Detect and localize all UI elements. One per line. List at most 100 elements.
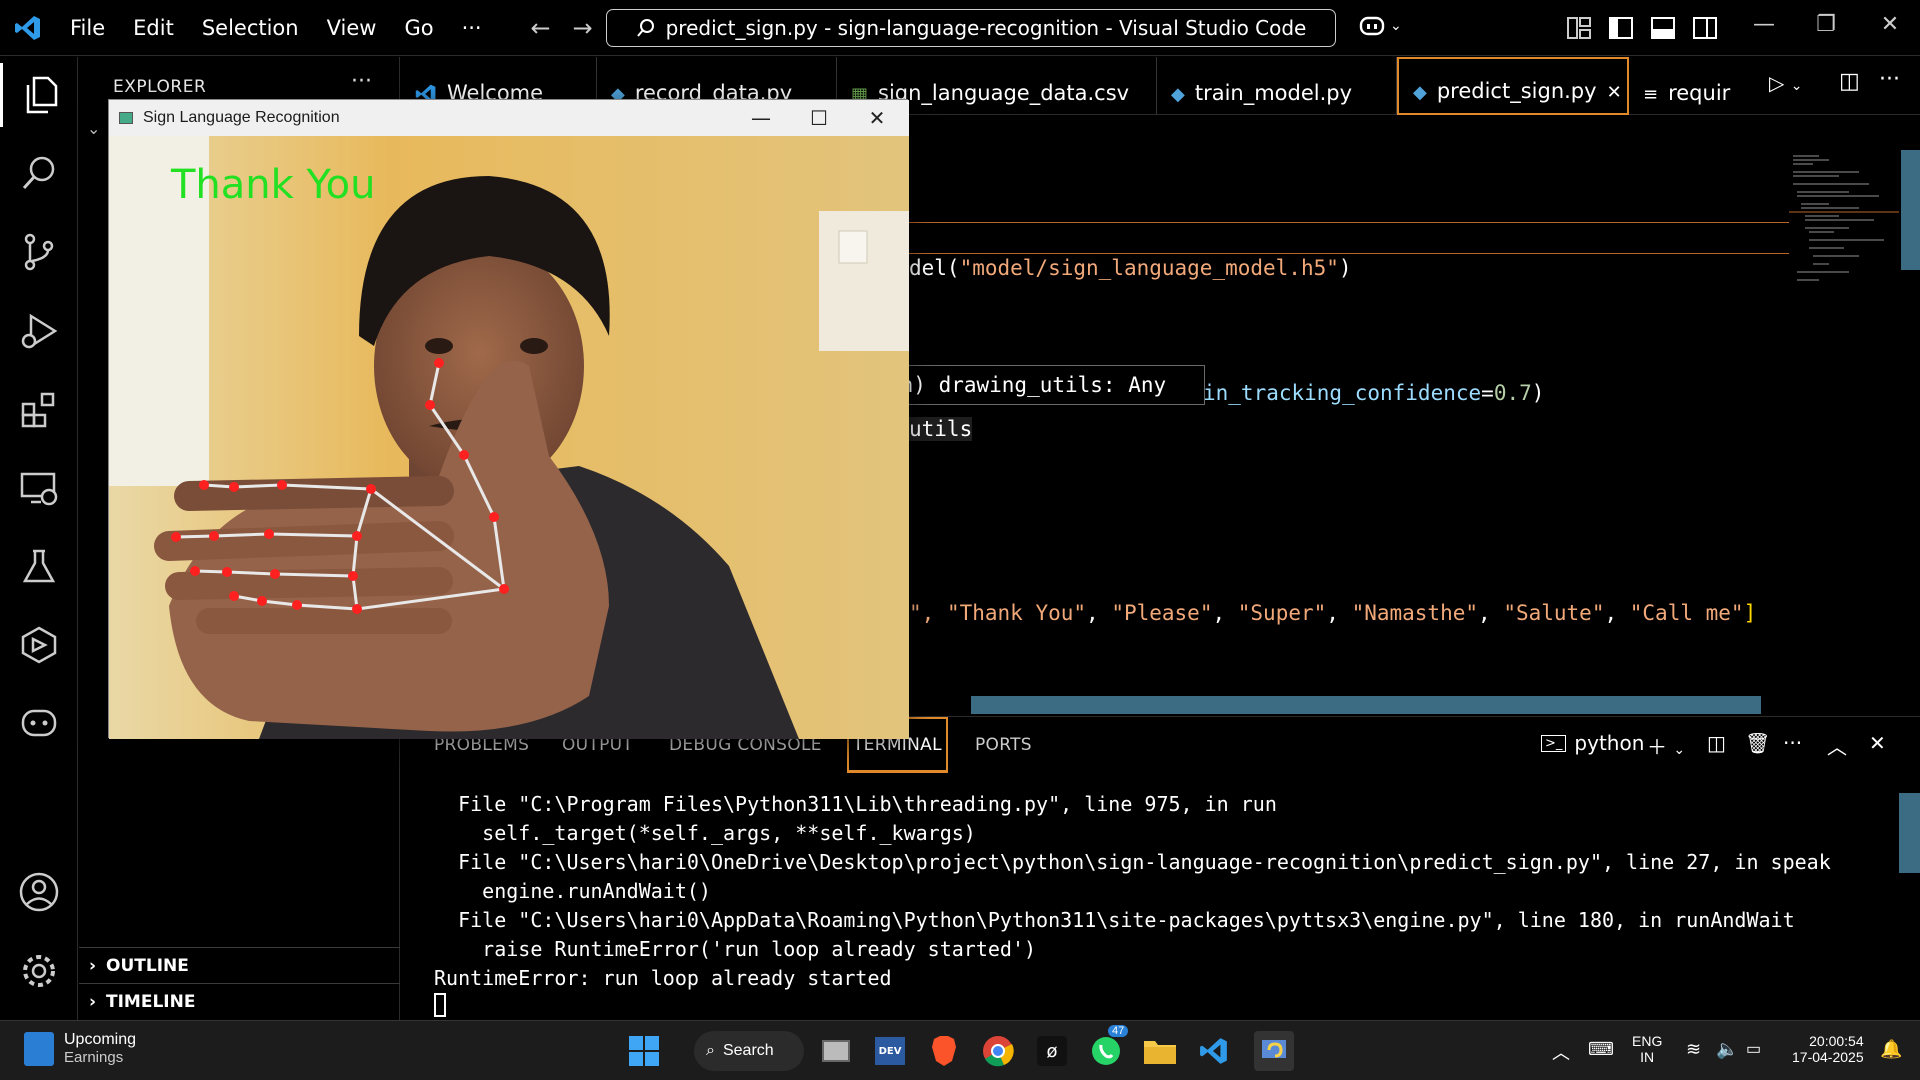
tab-train-model[interactable]: ◆ train_model.py bbox=[1157, 57, 1397, 115]
menu-edit[interactable]: Edit bbox=[119, 0, 188, 56]
task-view-icon[interactable] bbox=[816, 1031, 856, 1071]
chrome-browser-icon[interactable] bbox=[978, 1031, 1018, 1071]
explorer-icon[interactable] bbox=[0, 63, 78, 127]
kill-terminal-trash-icon[interactable]: 🗑 bbox=[1745, 731, 1770, 755]
prediction-label: Thank You bbox=[171, 162, 376, 208]
timeline-section[interactable]: › TIMELINE bbox=[79, 983, 400, 1019]
container-tools-icon[interactable] bbox=[0, 613, 78, 677]
minimap[interactable] bbox=[1789, 150, 1899, 330]
horizontal-scrollbar[interactable] bbox=[971, 696, 1761, 714]
close-window-icon[interactable]: ✕ bbox=[1870, 12, 1910, 37]
settings-gear-icon[interactable] bbox=[0, 939, 78, 1003]
code-line-tracking-confidence: in_tracking_confidence=0.7) bbox=[1203, 381, 1545, 405]
ruler-line bbox=[909, 253, 1789, 254]
menu-selection[interactable]: Selection bbox=[188, 0, 313, 56]
maximize-window-icon[interactable]: ☐ bbox=[802, 106, 836, 130]
weather-widget[interactable]: Upcoming Earnings bbox=[24, 1031, 136, 1066]
restore-window-icon[interactable]: ❐ bbox=[1806, 12, 1846, 37]
menu-more[interactable]: ··· bbox=[448, 0, 496, 56]
new-terminal-button[interactable]: ＋ ⌄ bbox=[1647, 731, 1685, 760]
extensions-icon[interactable] bbox=[0, 378, 78, 442]
keyboard-icon[interactable]: ⌨ bbox=[1588, 1039, 1614, 1060]
menu-go[interactable]: Go bbox=[390, 0, 447, 56]
editor-more-actions[interactable]: ··· bbox=[1879, 67, 1900, 92]
sign-recognition-window: Sign Language Recognition — ☐ ✕ Thank Yo… bbox=[108, 99, 909, 739]
terminal-line: File "C:\Users\hari0\AppData\Roaming\Pyt… bbox=[434, 908, 1795, 932]
search-icon[interactable] bbox=[0, 141, 78, 205]
app-window-icon bbox=[119, 112, 133, 124]
vscode-logo-icon bbox=[0, 0, 56, 56]
terminal-shell-selector[interactable]: >_ python bbox=[1541, 731, 1644, 755]
chevron-right-icon: › bbox=[89, 955, 97, 976]
camera-window-title: Sign Language Recognition bbox=[143, 109, 340, 126]
bottom-panel: PROBLEMS OUTPUT DEBUG CONSOLE TERMINAL P… bbox=[401, 716, 1920, 1020]
source-control-icon[interactable] bbox=[0, 220, 78, 284]
battery-icon[interactable]: ▭ bbox=[1746, 1039, 1761, 1059]
minimize-window-icon[interactable]: — bbox=[1744, 12, 1784, 37]
terminal-cursor[interactable] bbox=[434, 993, 446, 1017]
back-arrow-icon[interactable]: ← bbox=[520, 14, 562, 42]
command-center-search[interactable]: predict_sign.py - sign-language-recognit… bbox=[606, 9, 1336, 47]
taskbar-search[interactable]: ⌕ Search bbox=[694, 1031, 804, 1071]
language-bottom: IN bbox=[1640, 1049, 1655, 1065]
tab-ports[interactable]: PORTS bbox=[975, 717, 1032, 773]
customize-layout-icon[interactable] bbox=[1566, 15, 1592, 41]
app-o-icon[interactable]: ø bbox=[1032, 1031, 1072, 1071]
menu-view[interactable]: View bbox=[313, 0, 391, 56]
title-bar: File Edit Selection View Go ··· ← → pred… bbox=[0, 0, 1920, 56]
terminal-line: File "C:\Users\hari0\OneDrive\Desktop\pr… bbox=[434, 850, 1831, 874]
toggle-panel-icon[interactable] bbox=[1650, 15, 1676, 41]
run-file-button[interactable]: ▷ ⌄ bbox=[1769, 71, 1802, 95]
clock-date: 17-04-2025 bbox=[1792, 1049, 1864, 1065]
outline-section[interactable]: › OUTLINE bbox=[79, 947, 400, 983]
run-debug-icon[interactable] bbox=[0, 299, 78, 363]
minimize-window-icon[interactable]: — bbox=[744, 106, 778, 130]
windows-taskbar: Upcoming Earnings ⌕ Search DEV ø 47 ︿ ⌨ … bbox=[0, 1020, 1920, 1080]
close-window-icon[interactable]: ✕ bbox=[860, 106, 894, 130]
remote-explorer-icon[interactable] bbox=[0, 457, 78, 521]
language-indicator[interactable]: ENG IN bbox=[1632, 1033, 1662, 1065]
widget-title: Upcoming bbox=[64, 1031, 137, 1048]
volume-icon[interactable]: 🔈 bbox=[1716, 1039, 1738, 1060]
terminal-scrollbar[interactable] bbox=[1899, 793, 1920, 873]
close-panel-icon[interactable]: ✕ bbox=[1869, 731, 1886, 755]
search-icon: ⌕ bbox=[706, 1042, 715, 1059]
toggle-secondary-sidebar-icon[interactable] bbox=[1692, 15, 1718, 41]
vertical-scrollbar[interactable] bbox=[1901, 150, 1920, 270]
wifi-icon[interactable]: ≋ bbox=[1686, 1039, 1701, 1060]
split-terminal-icon[interactable]: ◫ bbox=[1707, 731, 1726, 755]
file-explorer-icon[interactable] bbox=[1140, 1031, 1180, 1071]
maximize-panel-chevron-up-icon[interactable]: ︿ bbox=[1827, 731, 1847, 760]
notification-bell-icon[interactable]: 🔔 bbox=[1880, 1039, 1902, 1060]
brave-browser-icon[interactable] bbox=[924, 1031, 964, 1071]
clock[interactable]: 20:00:54 17-04-2025 bbox=[1792, 1033, 1864, 1065]
accounts-icon[interactable] bbox=[0, 860, 78, 924]
dev-app-icon[interactable]: DEV bbox=[870, 1031, 910, 1071]
forward-arrow-icon[interactable]: → bbox=[562, 14, 604, 42]
menu-file[interactable]: File bbox=[56, 0, 119, 56]
webcam-frame-image bbox=[109, 136, 909, 739]
explorer-more-actions[interactable]: ··· bbox=[351, 69, 372, 94]
toggle-primary-sidebar-icon[interactable] bbox=[1608, 15, 1634, 41]
copilot-chat-icon[interactable] bbox=[0, 691, 78, 755]
start-windows-icon[interactable] bbox=[624, 1031, 664, 1071]
copilot-button[interactable]: ⌄ bbox=[1358, 14, 1402, 38]
language-top: ENG bbox=[1632, 1033, 1663, 1049]
tab-requirements[interactable]: ≡ requir bbox=[1629, 57, 1749, 115]
camera-window-titlebar[interactable]: Sign Language Recognition — ☐ ✕ bbox=[109, 100, 909, 136]
tab-label: predict_sign.py bbox=[1436, 79, 1597, 103]
vscode-taskbar-icon[interactable] bbox=[1194, 1031, 1234, 1071]
split-editor-icon[interactable]: ◫ bbox=[1839, 69, 1860, 94]
whatsapp-icon[interactable] bbox=[1086, 1031, 1126, 1071]
testing-icon[interactable] bbox=[0, 535, 78, 599]
show-hidden-icons-chevron-icon[interactable]: ︿ bbox=[1552, 1039, 1570, 1065]
tab-predict-sign[interactable]: ◆ predict_sign.py ✕ bbox=[1397, 57, 1629, 115]
hover-tooltip: on) drawing_utils: Any bbox=[879, 365, 1205, 405]
panel-more-actions[interactable]: ··· bbox=[1783, 731, 1802, 755]
python-app-icon[interactable] bbox=[1254, 1031, 1294, 1071]
code-line-load-model: del("model/sign_language_model.h5") bbox=[909, 256, 1352, 280]
terminal-line: RuntimeError: run loop already started bbox=[434, 966, 892, 990]
code-line-labels: ", "Thank You", "Please", "Super", "Nama… bbox=[909, 601, 1757, 625]
chevron-down-icon[interactable]: ⌄ bbox=[87, 119, 100, 138]
close-tab-icon[interactable]: ✕ bbox=[1607, 82, 1622, 103]
